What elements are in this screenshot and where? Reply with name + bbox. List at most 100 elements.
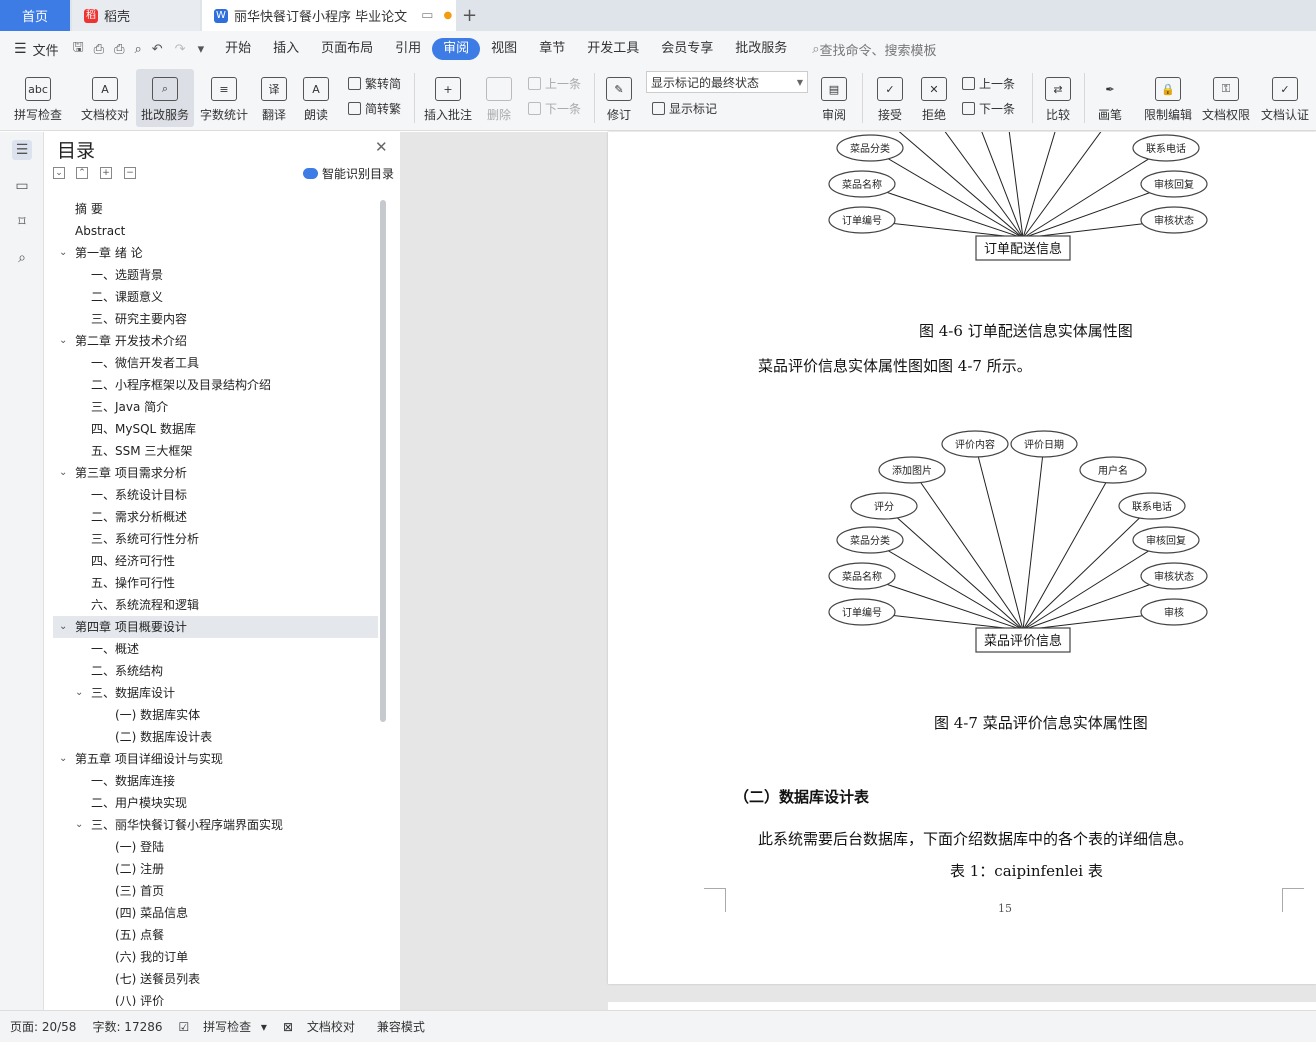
tab-daoke[interactable]: 稻稻壳 (72, 0, 200, 31)
markup-state-select[interactable]: 显示标记的最终状态 ▼ (646, 71, 808, 93)
chevron-down-icon[interactable]: ⌄ (59, 616, 71, 638)
expand-all-icon[interactable]: ⌄ (53, 167, 65, 179)
toc-item[interactable]: 五、操作可行性 (53, 572, 378, 594)
hamburger-icon[interactable]: ☰ (14, 41, 27, 57)
doc-proof-button[interactable]: A 文档校对 (76, 69, 134, 127)
file-menu[interactable]: 文件 (33, 40, 59, 59)
toc-item[interactable]: 三、Java 简介 (53, 396, 378, 418)
review-pane-button[interactable]: ▤ 审阅 (814, 69, 854, 127)
toc-item[interactable]: 四、MySQL 数据库 (53, 418, 378, 440)
menu-9[interactable]: 批改服务 (724, 38, 798, 60)
spell-check-toggle[interactable]: ☑ 拼写检查 ▾ (179, 1018, 267, 1035)
menu-2[interactable]: 页面布局 (310, 38, 384, 60)
menu-1[interactable]: 插入 (262, 38, 310, 60)
toc-item[interactable]: (一) 登陆 (53, 836, 378, 858)
menu-7[interactable]: 开发工具 (576, 38, 650, 60)
toc-item[interactable]: 摘 要 (53, 198, 378, 220)
toc-item[interactable]: 五、SSM 三大框架 (53, 440, 378, 462)
more-icon[interactable]: ▾ (198, 42, 205, 57)
window-icon[interactable]: ▭ (421, 8, 433, 23)
toc-item[interactable]: ⌄ 三、丽华快餐订餐小程序端界面实现 (53, 814, 378, 836)
toc-item[interactable]: ⌄ 第二章 开发技术介绍 (53, 330, 378, 352)
toc-item[interactable]: (二) 注册 (53, 858, 378, 880)
redo-icon[interactable]: ↷ (175, 42, 186, 57)
read-aloud-button[interactable]: A 朗读 (298, 69, 334, 127)
spell-check-button[interactable]: abc 拼写检查 (8, 69, 68, 127)
toc-item[interactable]: 四、经济可行性 (53, 550, 378, 572)
toc-item[interactable]: ⌄ 第三章 项目需求分析 (53, 462, 378, 484)
command-search[interactable]: 查找命令、搜索模板 (820, 40, 937, 59)
menu-8[interactable]: 会员专享 (650, 38, 724, 60)
simp-to-trad-button[interactable]: 简转繁 (348, 97, 401, 119)
toc-item[interactable]: (一) 数据库实体 (53, 704, 378, 726)
toc-item[interactable]: 六、系统流程和逻辑 (53, 594, 378, 616)
chevron-down-icon[interactable]: ⌄ (59, 330, 71, 352)
undo-icon[interactable]: ↶ (152, 42, 163, 57)
translate-button[interactable]: 译翻译 (254, 69, 294, 127)
menu-0[interactable]: 开始 (214, 38, 262, 60)
doc-proof-toggle[interactable]: ⊠ 文档校对 (283, 1018, 361, 1035)
insert-comment-button[interactable]: + 插入批注 (420, 69, 476, 127)
chevron-down-icon[interactable]: ⌄ (59, 748, 71, 770)
chevron-down-icon[interactable]: ⌄ (59, 242, 71, 264)
chevron-down-icon[interactable]: ⌄ (75, 814, 87, 836)
menu-4[interactable]: 审阅 (432, 38, 481, 60)
menu-5[interactable]: 视图 (480, 38, 528, 60)
toc-item[interactable]: 二、用户模块实现 (53, 792, 378, 814)
toc-item[interactable]: Abstract (53, 220, 378, 242)
toc-item[interactable]: 一、概述 (53, 638, 378, 660)
grade-service-button[interactable]: ⌕ 批改服务 (136, 69, 194, 127)
toc-item[interactable]: (二) 数据库设计表 (53, 726, 378, 748)
search-icon[interactable]: ⌕ (12, 248, 32, 268)
reject-button[interactable]: ✕ 拒绝 (914, 69, 954, 127)
chapter-nav-icon[interactable]: ▭ (12, 176, 32, 196)
doc-permission-button[interactable]: ⚿ 文档权限 (1198, 69, 1254, 127)
toc-item[interactable]: ⌄ 第五章 项目详细设计与实现 (53, 748, 378, 770)
accept-button[interactable]: ✓ 接受 (870, 69, 910, 127)
toc-item[interactable]: (四) 菜品信息 (53, 902, 378, 924)
toc-scrollbar[interactable] (380, 200, 386, 722)
toc-item[interactable]: 二、小程序框架以及目录结构介绍 (53, 374, 378, 396)
prev-change-button[interactable]: 上一条 (962, 72, 1015, 94)
pen-button[interactable]: ✒ 画笔 (1090, 69, 1130, 127)
remove-heading-icon[interactable]: − (124, 167, 136, 179)
word-count-indicator[interactable]: 字数: 17286 (92, 1018, 162, 1035)
word-count-button[interactable]: ≡ 字数统计 (196, 69, 252, 127)
track-changes-button[interactable]: ✎ 修订 (600, 69, 638, 127)
toc-item[interactable]: ⌄ 第一章 绪 论 (53, 242, 378, 264)
toc-item[interactable]: ⌄ 三、数据库设计 (53, 682, 378, 704)
toc-item[interactable]: (五) 点餐 (53, 924, 378, 946)
new-tab-button[interactable]: + (462, 5, 477, 26)
save-icon[interactable]: 🖫 (73, 38, 84, 60)
toc-item[interactable]: 一、系统设计目标 (53, 484, 378, 506)
delete-comment-button[interactable]: 删除 (480, 69, 518, 127)
toc-icon[interactable]: ☰ (12, 140, 32, 160)
print-icon[interactable]: ⎙ (114, 42, 124, 57)
toc-item[interactable]: 二、系统结构 (53, 660, 378, 682)
toc-item[interactable]: 三、系统可行性分析 (53, 528, 378, 550)
add-heading-icon[interactable]: + (100, 167, 112, 179)
menu-6[interactable]: 章节 (528, 38, 576, 60)
toc-item[interactable]: 一、数据库连接 (53, 770, 378, 792)
collapse-all-icon[interactable]: ⌃ (76, 167, 88, 179)
show-markup-button[interactable]: 显示标记 (652, 97, 717, 119)
page-indicator[interactable]: 页面: 20/58 (10, 1018, 76, 1035)
toc-item[interactable]: (七) 送餐员列表 (53, 968, 378, 990)
doc-cert-button[interactable]: ✓ 文档认证 (1256, 69, 1314, 127)
bookmark-icon[interactable]: ⌑ (12, 212, 32, 232)
compare-button[interactable]: ⇄ 比较 (1038, 69, 1078, 127)
toc-item[interactable]: 三、研究主要内容 (53, 308, 378, 330)
chevron-down-icon[interactable]: ⌄ (59, 462, 71, 484)
next-change-button[interactable]: 下一条 (962, 97, 1015, 119)
toc-item[interactable]: 一、选题背景 (53, 264, 378, 286)
next-comment-button[interactable]: 下一条 (528, 97, 581, 119)
toc-item[interactable]: (八) 评价 (53, 990, 378, 1006)
tab-home[interactable]: 首页 (0, 0, 70, 31)
restrict-edit-button[interactable]: 🔒 限制编辑 (1140, 69, 1196, 127)
toc-item[interactable]: (六) 我的订单 (53, 946, 378, 968)
export-pdf-icon[interactable]: ⎙ (94, 42, 104, 57)
smart-toc-button[interactable]: 智能识别目录 (303, 165, 394, 182)
toc-item[interactable]: ⌄ 第四章 项目概要设计 (53, 616, 378, 638)
toc-item[interactable]: 一、微信开发者工具 (53, 352, 378, 374)
menu-3[interactable]: 引用 (384, 38, 432, 60)
